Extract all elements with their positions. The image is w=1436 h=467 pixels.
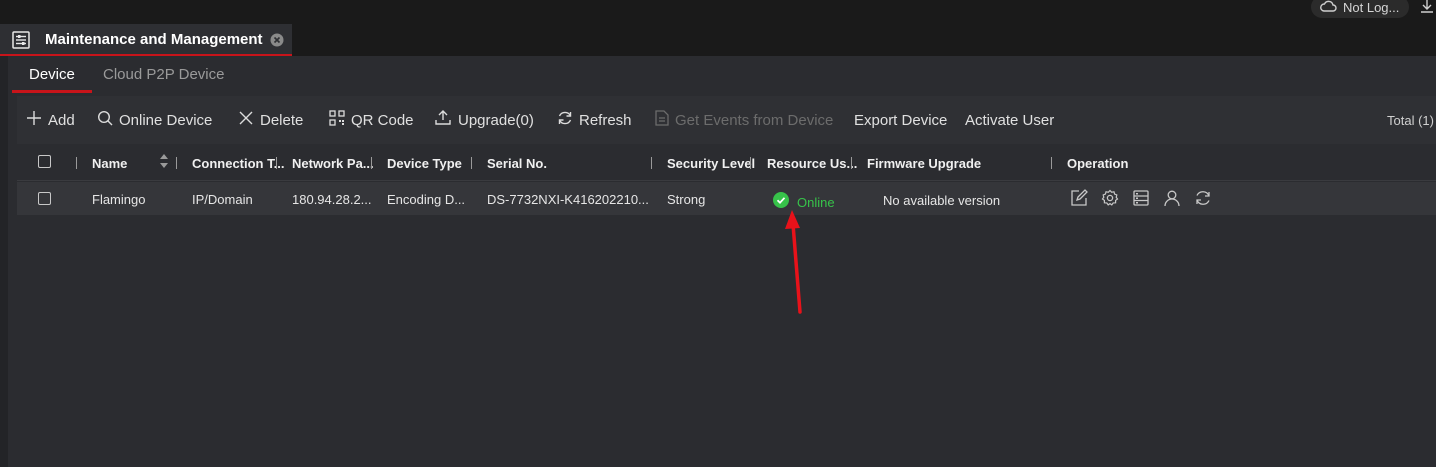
column-header-serial[interactable]: Serial No. [487,156,547,171]
login-status-button[interactable]: Not Log... [1311,0,1409,18]
column-divider [371,157,372,169]
cell-network: 180.94.28.2... [292,192,372,207]
tab-maintenance-and-management[interactable]: Maintenance and Management [0,24,292,56]
activate-user-button[interactable]: Activate User [965,110,1054,130]
delete-label: Delete [260,111,304,129]
column-divider [276,157,277,169]
tab-cloud-p2p-device[interactable]: Cloud P2P Device [103,66,224,83]
cell-connection: IP/Domain [192,192,253,207]
total-count: Total (1) [1387,113,1434,128]
column-divider [651,157,652,169]
refresh-icon [557,110,573,130]
export-device-button[interactable]: Export Device [854,110,947,130]
login-status-label: Not Log... [1343,0,1400,15]
sort-icon[interactable] [159,152,169,175]
maintenance-icon [11,30,31,50]
column-divider [76,157,77,169]
column-divider [471,157,472,169]
table-row[interactable]: Flamingo IP/Domain 180.94.28.2... Encodi… [17,182,1436,215]
delete-button[interactable]: Delete [238,110,303,130]
upload-icon [434,110,452,130]
qr-code-button[interactable]: QR Code [329,110,414,130]
edit-icon[interactable] [1070,189,1088,207]
get-events-button[interactable]: Get Events from Device [655,110,833,130]
qr-code-icon [329,110,345,130]
refresh-label: Refresh [579,111,632,129]
column-header-security[interactable]: Security Level [667,156,755,171]
table-header: Name Connection T... Network Pa... Devic… [17,146,1436,181]
column-header-connection[interactable]: Connection T... [192,156,284,171]
cell-firmware: No available version [883,193,1001,208]
column-header-device-type[interactable]: Device Type [387,156,462,171]
close-icon[interactable] [270,33,284,47]
refresh-button[interactable]: Refresh [557,110,632,130]
column-header-operation: Operation [1067,156,1129,171]
window-tab-strip: Maintenance and Management [0,24,1436,56]
cell-serial: DS-7732NXI-K416202210... [487,192,649,207]
plus-icon [26,110,42,130]
operation-icons [1070,189,1212,207]
tab-title: Maintenance and Management [45,31,263,48]
document-icon [655,110,669,130]
remote-config-icon[interactable] [1132,189,1150,207]
download-icon[interactable] [1418,0,1436,16]
status-label: Online [797,195,835,210]
left-edge [0,56,8,467]
toolbar: Add Online Device Delete QR Code Upgrade… [17,96,1436,144]
top-bar: Not Log... [0,0,1436,24]
check-circle-icon [773,192,789,213]
column-header-network[interactable]: Network Pa... [292,156,374,171]
sub-tabs: Device Cloud P2P Device [8,56,1436,96]
column-divider [1051,157,1052,169]
cell-device-type: Encoding D... [387,192,466,207]
active-tab-indicator [12,90,92,93]
cloud-icon [1319,0,1337,16]
search-icon [97,110,113,130]
activate-user-label: Activate User [965,111,1055,129]
qr-code-label: QR Code [351,111,414,129]
cell-name: Flamingo [92,192,146,207]
select-all-checkbox[interactable] [38,155,51,168]
close-icon [238,110,254,130]
row-checkbox[interactable] [38,192,51,205]
tab-device[interactable]: Device [29,66,75,83]
refresh-icon[interactable] [1194,189,1212,207]
column-divider [851,157,852,169]
column-header-name[interactable]: Name [92,156,127,171]
cell-status: Online [773,192,835,213]
upgrade-label: Upgrade(0) [458,111,534,129]
add-label: Add [48,111,75,129]
column-header-resource-usage[interactable]: Resource Us... [767,156,857,171]
column-divider [750,157,751,169]
device-table: Name Connection T... Network Pa... Devic… [17,146,1436,467]
user-icon[interactable] [1163,189,1181,207]
online-device-label: Online Device [119,111,213,129]
upgrade-button[interactable]: Upgrade(0) [434,110,534,130]
cell-security: Strong [667,192,706,207]
export-device-label: Export Device [854,111,948,129]
add-button[interactable]: Add [26,110,75,130]
online-device-button[interactable]: Online Device [97,110,212,130]
get-events-label: Get Events from Device [675,111,834,129]
column-divider [176,157,177,169]
settings-icon[interactable] [1101,189,1119,207]
column-header-firmware[interactable]: Firmware Upgrade [867,156,981,171]
